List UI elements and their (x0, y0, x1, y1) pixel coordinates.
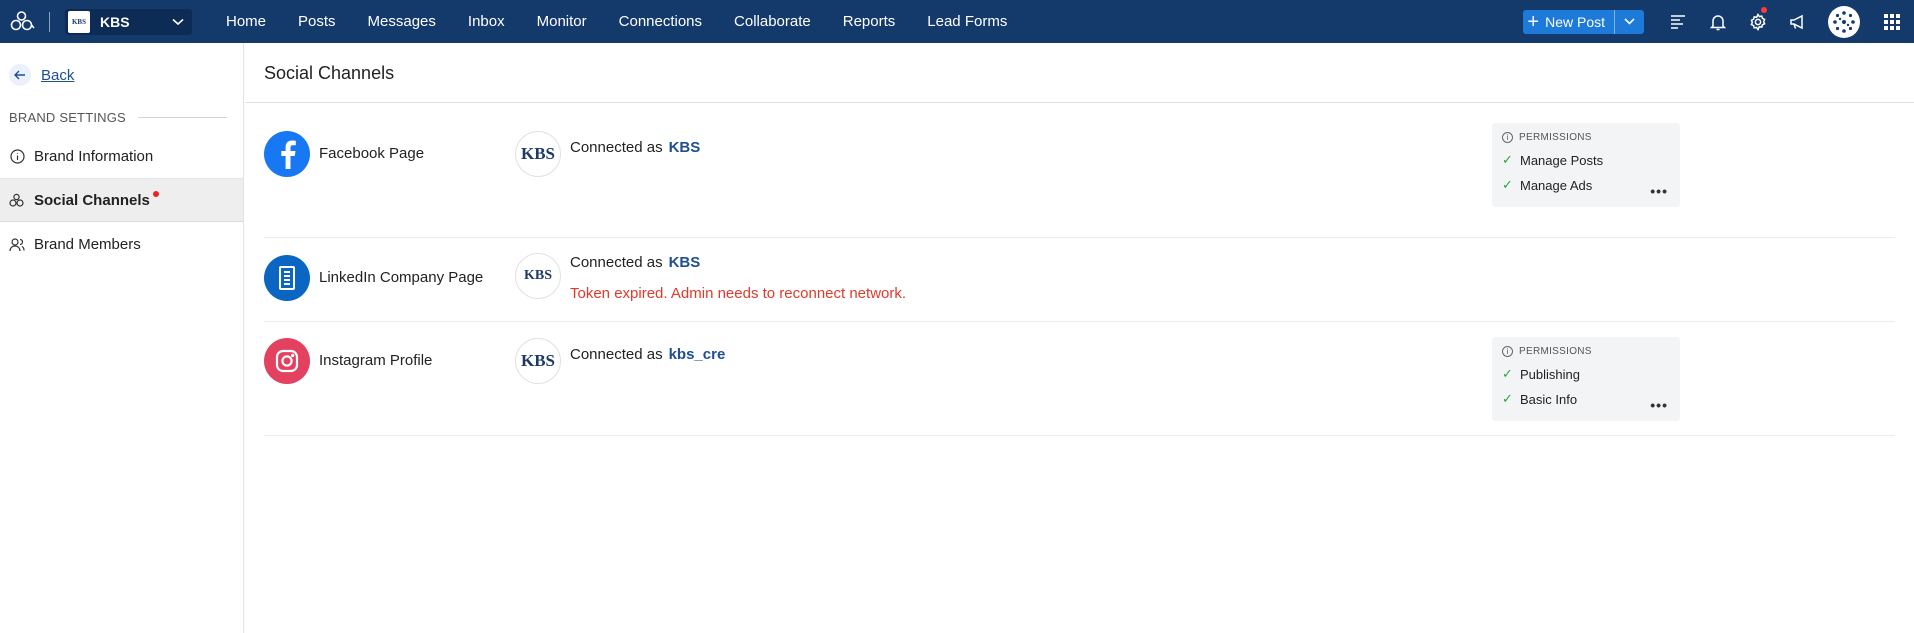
permission-label: Manage Posts (1520, 152, 1604, 168)
info-icon: i (1502, 346, 1513, 357)
section-header: BRAND SETTINGS (9, 110, 227, 125)
channels-icon (9, 192, 25, 208)
members-icon (9, 236, 25, 252)
chevron-down-icon (1624, 18, 1635, 25)
main-nav: Home Posts Messages Inbox Monitor Connec… (210, 0, 1023, 43)
bell-icon[interactable] (1698, 0, 1738, 43)
alert-dot (152, 191, 159, 197)
connected-as: Connected as KBS (570, 254, 700, 271)
notification-dot (1761, 7, 1767, 13)
sidebar-item-brand-information[interactable]: Brand Information (0, 134, 243, 178)
menu-list-icon[interactable] (1658, 0, 1698, 43)
check-icon: ✓ (1502, 366, 1513, 381)
nav-collaborate[interactable]: Collaborate (734, 13, 811, 30)
permission-label: Manage Ads (1520, 177, 1593, 193)
back-label: Back (41, 66, 75, 84)
new-post-button[interactable]: + New Post (1523, 9, 1614, 34)
divider (137, 117, 227, 118)
user-avatar[interactable] (1828, 5, 1860, 38)
apps-grid-icon[interactable] (1870, 0, 1914, 43)
new-post-dropdown-button[interactable] (1614, 9, 1644, 34)
connected-as: Connected as kbs_cre (570, 346, 725, 363)
new-post-split-button: + New Post (1523, 9, 1644, 34)
sidebar-item-label: Social Channels (34, 191, 150, 209)
page-title: Social Channels (245, 43, 1914, 103)
plus-icon: + (1527, 10, 1540, 33)
nav-reports[interactable]: Reports (843, 13, 896, 30)
permission-item: ✓ Basic Info (1502, 391, 1670, 407)
sidebar-item-label: Brand Information (34, 147, 154, 165)
check-icon: ✓ (1502, 152, 1513, 167)
permission-item: ✓ Manage Posts (1502, 152, 1670, 168)
sidebar-item-brand-members[interactable]: Brand Members (0, 222, 243, 266)
account-logo: KBS (515, 253, 561, 299)
nav-connections[interactable]: Connections (619, 13, 702, 30)
arrow-left-icon (9, 64, 31, 86)
linkedin-company-icon (264, 255, 310, 301)
nav-monitor[interactable]: Monitor (537, 13, 587, 30)
check-icon: ✓ (1502, 391, 1513, 406)
permission-label: Publishing (1520, 366, 1580, 382)
token-expired-error: Token expired. Admin needs to reconnect … (570, 285, 907, 302)
permission-label: Basic Info (1520, 391, 1578, 407)
channel-row-facebook: Facebook Page KBS Connected as KBS i PERM… (264, 103, 1895, 238)
topbar-actions: + New Post (1523, 0, 1914, 43)
nav-home[interactable]: Home (226, 13, 266, 30)
settings-sidebar: Back BRAND SETTINGS Brand Information So… (0, 43, 244, 633)
permission-item: ✓ Manage Ads (1502, 177, 1670, 193)
megaphone-icon[interactable] (1778, 0, 1818, 43)
account-logo: KBS (515, 131, 561, 177)
brand-switcher[interactable]: KBS KBS (65, 8, 192, 35)
sidebar-item-social-channels[interactable]: Social Channels (0, 178, 243, 222)
instagram-icon (264, 338, 310, 384)
info-icon: i (1502, 132, 1513, 143)
channel-row-instagram: Instagram Profile KBS Connected as kbs_cr… (264, 322, 1895, 436)
back-link[interactable]: Back (9, 64, 243, 86)
account-link[interactable]: kbs_cre (669, 346, 726, 363)
nav-inbox[interactable]: Inbox (468, 13, 505, 30)
check-icon: ✓ (1502, 177, 1513, 192)
info-icon (9, 148, 25, 164)
app-logo-icon[interactable] (9, 8, 37, 36)
network-name: LinkedIn Company Page (319, 269, 484, 286)
nav-messages[interactable]: Messages (368, 13, 436, 30)
connected-prefix: Connected as (570, 346, 663, 363)
permissions-panel: i PERMISSIONS ✓ Manage Posts ✓ Manage Ad… (1492, 123, 1680, 207)
top-navigation-bar: KBS KBS Home Posts Messages Inbox Monito… (0, 0, 1914, 43)
permissions-title: PERMISSIONS (1519, 346, 1592, 357)
permissions-title: PERMISSIONS (1519, 132, 1592, 143)
nav-posts[interactable]: Posts (298, 13, 336, 30)
account-logo: KBS (515, 338, 561, 384)
brand-name: KBS (100, 13, 130, 30)
nav-lead-forms[interactable]: Lead Forms (927, 13, 1007, 30)
divider (49, 11, 50, 32)
permission-item: ✓ Publishing (1502, 366, 1670, 382)
gear-icon[interactable] (1738, 0, 1778, 43)
more-options-icon[interactable]: ••• (1650, 397, 1668, 413)
sidebar-item-label: Brand Members (34, 235, 141, 253)
permissions-header: i PERMISSIONS (1502, 132, 1670, 143)
permissions-header: i PERMISSIONS (1502, 346, 1670, 357)
more-options-icon[interactable]: ••• (1650, 183, 1668, 199)
section-title: BRAND SETTINGS (9, 110, 126, 125)
account-link[interactable]: KBS (669, 254, 701, 271)
network-name: Instagram Profile (319, 352, 433, 369)
new-post-label: New Post (1545, 13, 1605, 30)
account-link[interactable]: KBS (669, 139, 701, 156)
facebook-icon (264, 131, 310, 177)
channel-row-linkedin: LinkedIn Company Page KBS Connected as KB… (264, 238, 1895, 322)
brand-logo: KBS (68, 10, 90, 33)
connected-prefix: Connected as (570, 139, 663, 156)
main-content: Social Channels Facebook Page KBS Connec… (245, 43, 1914, 633)
chevron-down-icon (172, 13, 184, 31)
network-name: Facebook Page (319, 145, 425, 162)
connected-prefix: Connected as (570, 254, 663, 271)
connected-as: Connected as KBS (570, 139, 700, 156)
permissions-panel: i PERMISSIONS ✓ Publishing ✓ Basic Info … (1492, 337, 1680, 421)
